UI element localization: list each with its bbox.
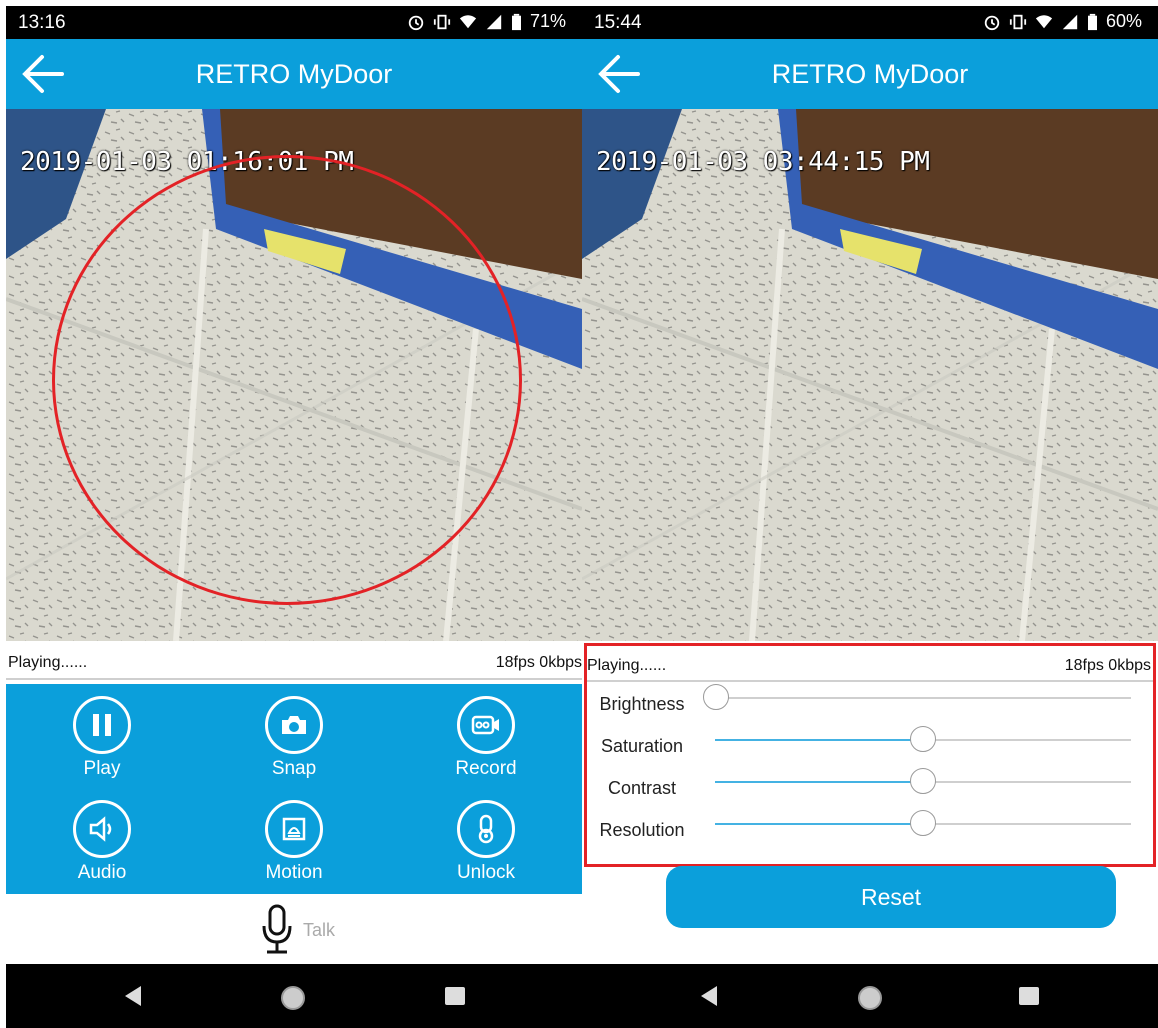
wifi-icon — [1035, 14, 1053, 28]
nav-home-icon[interactable] — [856, 984, 884, 1012]
right-screen: 15:44 60% RETRO MyDoor 2019-01-03 03:44:… — [582, 0, 1158, 1028]
audio-button[interactable]: Audio — [32, 800, 172, 884]
status-icons: 71% — [407, 11, 566, 32]
status-icons: 60% — [983, 11, 1142, 32]
brightness-slider[interactable] — [703, 684, 1131, 710]
android-nav-bar — [6, 964, 582, 1028]
contrast-row: Contrast — [587, 768, 1153, 810]
play-status: Playing...... — [587, 657, 667, 674]
resolution-slider-thumb[interactable] — [910, 810, 936, 836]
nav-back-icon[interactable] — [121, 984, 145, 1008]
talk-label: Talk — [303, 920, 336, 940]
status-time: 15:44 — [594, 12, 642, 33]
pause-icon — [93, 714, 111, 736]
wifi-icon — [459, 14, 477, 28]
app-title: RETRO MyDoor — [195, 59, 393, 89]
android-nav-bar — [582, 964, 1158, 1028]
saturation-label: Saturation — [600, 736, 684, 756]
camera-icon — [282, 716, 306, 734]
annotation-circle — [52, 155, 522, 605]
video-timestamp: 2019-01-03 03:44:15 PM — [596, 147, 930, 177]
stream-info: 18fps 0kbps — [495, 654, 582, 671]
resolution-slider-fill — [715, 823, 923, 825]
contrast-slider[interactable] — [715, 768, 1131, 794]
battery-percent: 60% — [1105, 11, 1142, 31]
playback-status-bar: Playing...... 18fps 0kbps — [587, 654, 1153, 682]
contrast-label: Contrast — [607, 778, 677, 798]
battery-icon — [511, 13, 521, 30]
contrast-slider-thumb[interactable] — [910, 768, 936, 794]
brightness-label: Brightness — [599, 694, 685, 714]
video-record-icon — [471, 715, 499, 735]
status-time: 13:16 — [18, 12, 66, 33]
app-title: RETRO MyDoor — [771, 59, 969, 89]
saturation-slider-thumb[interactable] — [910, 726, 936, 752]
audio-label: Audio — [77, 862, 127, 883]
unlock-label: Unlock — [456, 862, 516, 883]
key-icon — [478, 814, 494, 844]
camera-image — [582, 109, 1158, 641]
reset-button[interactable]: Reset — [666, 866, 1116, 928]
snap-label: Snap — [271, 758, 317, 779]
alarm-icon — [984, 15, 1000, 30]
play-label: Play — [83, 758, 121, 779]
resolution-label: Resolution — [599, 820, 685, 840]
saturation-slider-fill — [715, 739, 923, 741]
vibrate-icon — [1009, 14, 1027, 29]
nav-home-icon[interactable] — [279, 984, 307, 1012]
stream-info: 18fps 0kbps — [1064, 657, 1151, 674]
unlock-button[interactable]: Unlock — [416, 800, 556, 884]
alarm-icon — [408, 15, 424, 30]
record-button[interactable]: Record — [416, 696, 556, 780]
speaker-icon — [89, 816, 112, 842]
contrast-slider-fill — [715, 781, 923, 783]
play-button[interactable]: Play — [32, 696, 172, 780]
snap-button[interactable]: Snap — [224, 696, 364, 780]
nav-recents-icon[interactable] — [443, 984, 467, 1008]
resolution-row: Resolution — [587, 810, 1153, 852]
record-label: Record — [455, 758, 517, 779]
vibrate-icon — [433, 14, 451, 29]
motion-alarm-icon — [282, 817, 306, 841]
brightness-row: Brightness — [587, 684, 1153, 726]
playback-status-bar: Playing...... 18fps 0kbps — [6, 650, 582, 680]
play-status: Playing...... — [8, 654, 88, 671]
signal-icon — [1062, 14, 1078, 29]
control-panel: Play Snap Record Audio Motion Unlock — [6, 684, 582, 894]
nav-back-icon[interactable] — [697, 984, 721, 1008]
brightness-slider-thumb[interactable] — [703, 684, 729, 710]
saturation-slider[interactable] — [715, 726, 1131, 752]
status-bar: 13:16 71% — [6, 6, 582, 39]
left-screen: 13:16 71% RETRO MyDoor 2019-01-03 01:16:… — [6, 0, 582, 1028]
app-bar: RETRO MyDoor — [6, 39, 582, 109]
signal-icon — [486, 14, 502, 29]
microphone-icon — [262, 904, 292, 954]
motion-label: Motion — [265, 862, 323, 883]
battery-percent: 71% — [529, 11, 566, 31]
saturation-row: Saturation — [587, 726, 1153, 768]
resolution-slider[interactable] — [715, 810, 1131, 836]
image-settings-panel: Playing...... 18fps 0kbps Brightness Sat… — [584, 643, 1156, 867]
app-bar: RETRO MyDoor — [582, 39, 1158, 109]
motion-button[interactable]: Motion — [224, 800, 364, 884]
camera-video-feed[interactable]: 2019-01-03 03:44:15 PM — [582, 109, 1158, 641]
nav-recents-icon[interactable] — [1017, 984, 1041, 1008]
battery-icon — [1087, 13, 1097, 30]
status-bar: 15:44 60% — [582, 6, 1158, 39]
talk-button[interactable]: Talk — [6, 894, 582, 964]
